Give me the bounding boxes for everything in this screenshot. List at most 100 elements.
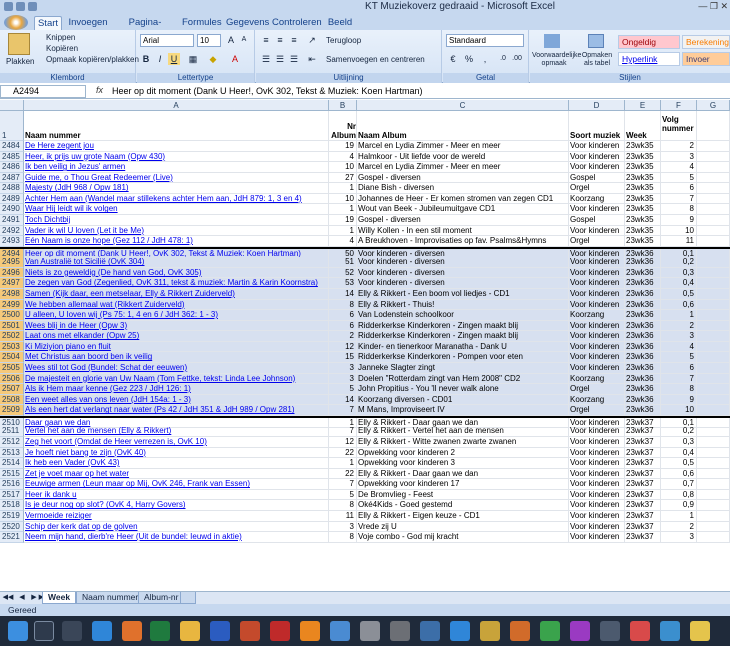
album-name-cell[interactable]: Voor kinderen - diversen: [357, 278, 569, 289]
week-cell[interactable]: 23wk35: [625, 141, 661, 152]
album-name-cell[interactable]: Marcel en Lydia Zimmer - Meer en meer: [357, 162, 569, 173]
sequence-cell[interactable]: 6: [661, 362, 697, 374]
week-cell[interactable]: 23wk37: [625, 468, 661, 480]
app-icon[interactable]: [510, 621, 530, 641]
new-sheet-icon[interactable]: [180, 592, 196, 604]
empty-cell[interactable]: [697, 225, 730, 237]
song-name-cell[interactable]: De Here zegent jou: [24, 141, 329, 152]
album-name-cell[interactable]: Elly & Rikkert - Een boom vol liedjes - …: [357, 288, 569, 300]
album-name-cell[interactable]: Voor kinderen - diversen: [357, 267, 569, 279]
song-name-cell[interactable]: Niets is zo geweldig (De hand van God, O…: [24, 267, 329, 279]
song-name-cell[interactable]: Heer ik dank u: [24, 489, 329, 501]
row-header[interactable]: 2513: [0, 447, 24, 459]
app-icon[interactable]: [330, 621, 350, 641]
week-cell[interactable]: 23wk36: [625, 278, 661, 289]
sequence-cell[interactable]: 8: [661, 384, 697, 395]
paste-button[interactable]: Plakken: [6, 57, 34, 66]
album-name-cell[interactable]: Marcel en Lydia Zimmer - Meer en meer: [357, 141, 569, 152]
album-name-cell[interactable]: Koorzang diversen - CD01: [357, 394, 569, 406]
song-name-cell[interactable]: Wees blij in de Heer (Opw 3): [24, 320, 329, 332]
song-name-cell[interactable]: Wees stil tot God (Bundel: Schat der eeu…: [24, 362, 329, 374]
empty-cell[interactable]: [697, 331, 730, 342]
tab-formules[interactable]: Formules: [182, 16, 222, 30]
sequence-cell[interactable]: 0,3: [661, 436, 697, 448]
row-header[interactable]: 2487: [0, 172, 24, 184]
header-cell[interactable]: Nr Album: [329, 111, 357, 141]
empty-cell[interactable]: [697, 204, 730, 215]
album-name-cell[interactable]: Elly & Rikkert - Witte zwanen zwarte zwa…: [357, 436, 569, 448]
music-type-cell[interactable]: Voor kinderen: [569, 479, 625, 490]
bold-icon[interactable]: B: [140, 53, 152, 65]
album-number-cell[interactable]: 7: [329, 405, 357, 416]
header-cell[interactable]: Naam nummer: [24, 111, 329, 141]
music-type-cell[interactable]: Voor kinderen: [569, 532, 625, 543]
style-hyperlink[interactable]: Hyperlink: [618, 52, 680, 66]
song-name-cell[interactable]: U alleen, U loven wij (Ps 75: 1, 4 en 6 …: [24, 310, 329, 321]
sequence-cell[interactable]: 5: [661, 172, 697, 184]
align-right-icon[interactable]: ☰: [288, 53, 300, 65]
album-number-cell[interactable]: 14: [329, 288, 357, 300]
week-cell[interactable]: 23wk37: [625, 532, 661, 543]
song-name-cell[interactable]: Als ik Hem maar kenne (Gez 223 / JdH 126…: [24, 384, 329, 395]
powerpoint-icon[interactable]: [240, 621, 260, 641]
song-name-cell[interactable]: Schip der kerk dat op de golven: [24, 521, 329, 533]
album-number-cell[interactable]: 1: [329, 225, 357, 237]
music-type-cell[interactable]: Orgel: [569, 405, 625, 416]
sheet-tab-week[interactable]: Week: [42, 592, 77, 604]
font-name-select[interactable]: Arial: [140, 34, 194, 47]
empty-cell[interactable]: [697, 288, 730, 300]
empty-cell[interactable]: [697, 172, 730, 184]
music-type-cell[interactable]: Voor kinderen: [569, 341, 625, 353]
album-name-cell[interactable]: Wout van Beek - Jubileumuitgave CD1: [357, 204, 569, 215]
sequence-cell[interactable]: 0,6: [661, 299, 697, 311]
empty-cell[interactable]: [697, 151, 730, 163]
album-number-cell[interactable]: 11: [329, 510, 357, 522]
sequence-cell[interactable]: 2: [661, 521, 697, 533]
row-header[interactable]: 2514: [0, 458, 24, 469]
empty-cell[interactable]: [697, 384, 730, 395]
music-type-cell[interactable]: Voor kinderen: [569, 352, 625, 363]
empty-cell[interactable]: [697, 267, 730, 279]
album-name-cell[interactable]: John Propitius - You 'll never walk alon…: [357, 384, 569, 395]
week-cell[interactable]: 23wk35: [625, 225, 661, 237]
album-name-cell[interactable]: Opwekking voor kinderen 2: [357, 447, 569, 459]
sequence-cell[interactable]: 10: [661, 225, 697, 237]
empty-cell[interactable]: [697, 394, 730, 406]
empty-cell[interactable]: [697, 299, 730, 311]
song-name-cell[interactable]: Vermoeide reiziger: [24, 510, 329, 522]
album-name-cell[interactable]: A Breukhoven - Improvisaties op fav. Psa…: [357, 236, 569, 247]
conditional-format-icon[interactable]: [544, 34, 560, 48]
column-header-e[interactable]: E: [625, 100, 661, 111]
song-name-cell[interactable]: Neem mijn hand, dierb're Heer (Uit de bu…: [24, 532, 329, 543]
row-header[interactable]: 2492: [0, 225, 24, 237]
week-cell[interactable]: 23wk35: [625, 214, 661, 226]
firefox-icon[interactable]: [122, 621, 142, 641]
song-name-cell[interactable]: Is je deur nog op slot? (OvK 4, Harry Go…: [24, 500, 329, 511]
week-cell[interactable]: 23wk36: [625, 405, 661, 416]
row-header[interactable]: 2517: [0, 489, 24, 501]
sequence-cell[interactable]: 5: [661, 352, 697, 363]
sheet-tab-naam-nummer[interactable]: Naam nummer: [76, 592, 145, 604]
week-cell[interactable]: 23wk35: [625, 193, 661, 205]
music-type-cell[interactable]: Voor kinderen: [569, 510, 625, 522]
wrap-text-button[interactable]: Terugloop: [326, 36, 361, 45]
music-type-cell[interactable]: Voor kinderen: [569, 288, 625, 300]
sequence-cell[interactable]: 0,5: [661, 458, 697, 469]
music-type-cell[interactable]: Voor kinderen: [569, 362, 625, 374]
music-type-cell[interactable]: Voor kinderen: [569, 141, 625, 152]
align-top-icon[interactable]: ≡: [260, 34, 272, 46]
album-name-cell[interactable]: Kinder- en tienerkoor Maranatha - Dank U: [357, 341, 569, 353]
cut-button[interactable]: Knippen: [46, 33, 75, 42]
music-type-cell[interactable]: Voor kinderen: [569, 151, 625, 163]
app-icon[interactable]: [570, 621, 590, 641]
music-type-cell[interactable]: Koorzang: [569, 394, 625, 406]
align-left-icon[interactable]: ☰: [260, 53, 272, 65]
music-type-cell[interactable]: Orgel: [569, 236, 625, 247]
row-header[interactable]: 2512: [0, 436, 24, 448]
app-icon[interactable]: [480, 621, 500, 641]
row-header[interactable]: 2521: [0, 532, 24, 543]
music-type-cell[interactable]: Voor kinderen: [569, 278, 625, 289]
row-header[interactable]: 2499: [0, 299, 24, 311]
percent-icon[interactable]: %: [463, 53, 475, 65]
week-cell[interactable]: 23wk36: [625, 320, 661, 332]
